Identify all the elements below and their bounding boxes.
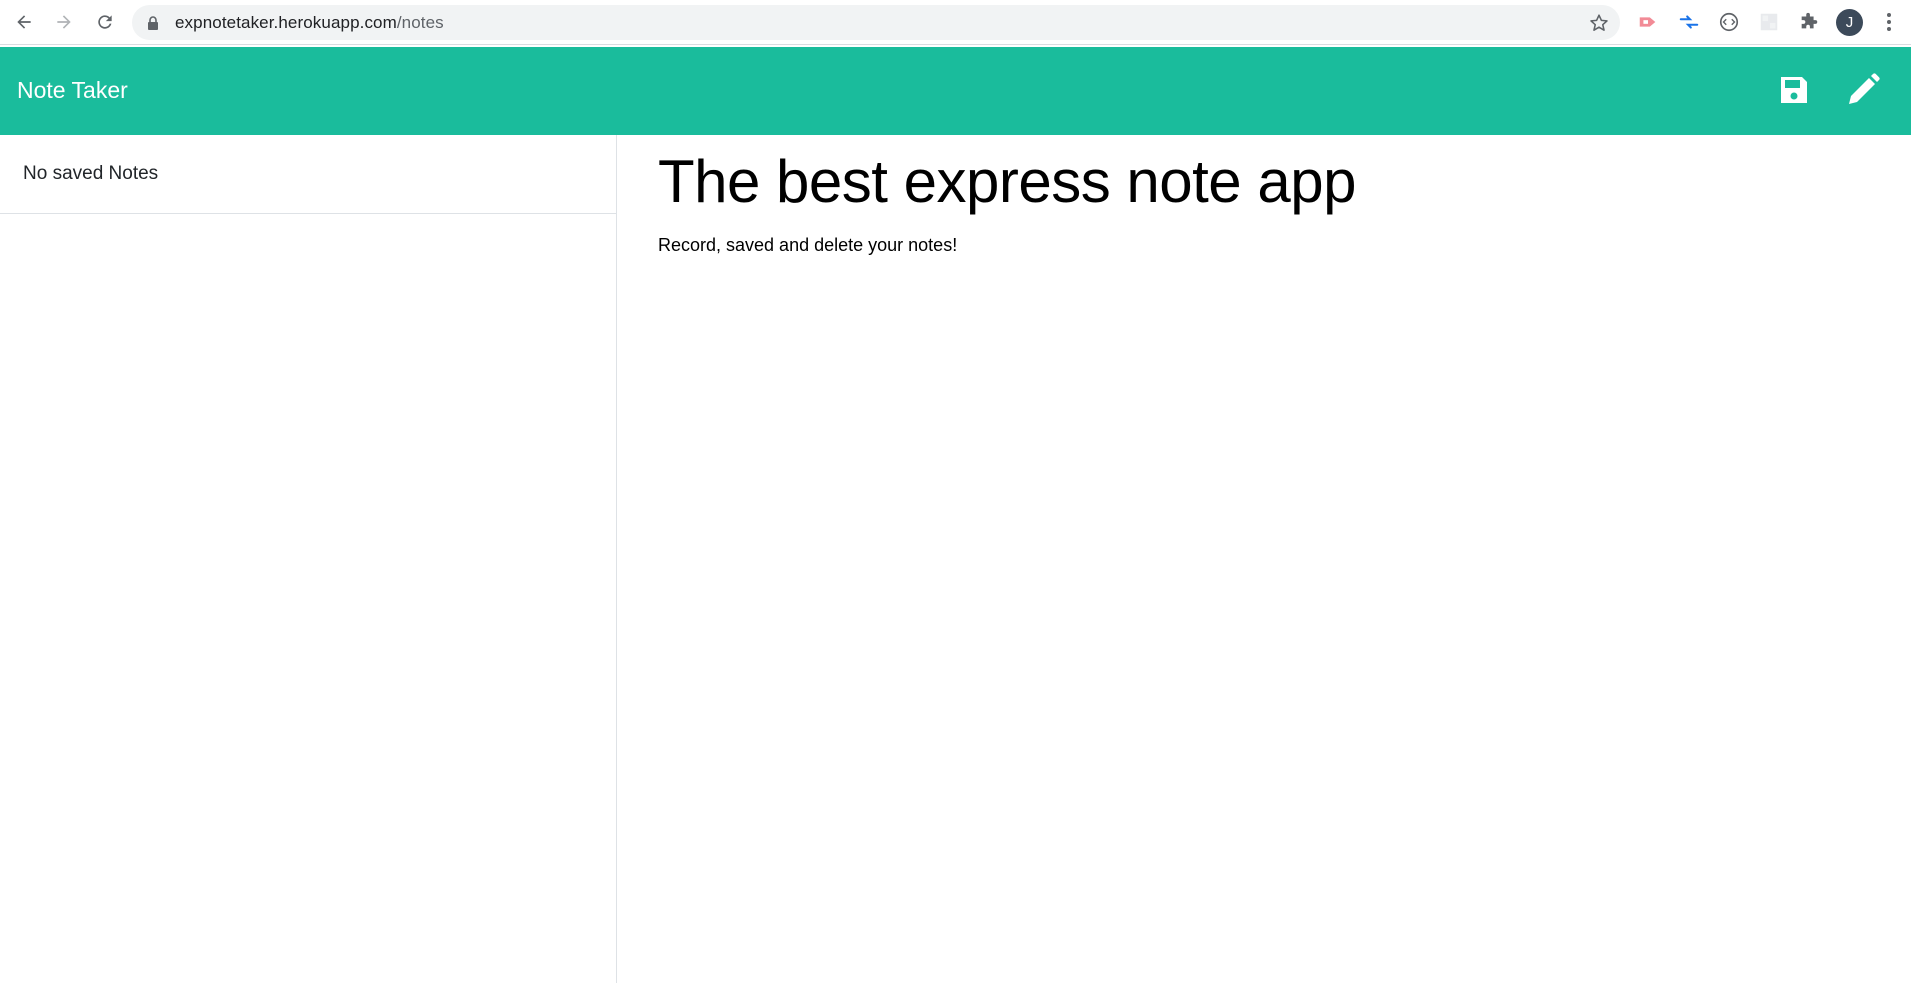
url-path: /notes bbox=[396, 13, 444, 32]
notes-sidebar: No saved Notes bbox=[0, 135, 617, 983]
arrow-right-icon bbox=[57, 15, 71, 29]
page-title: The best express note app bbox=[658, 148, 1356, 215]
code-circle-extension-icon bbox=[1719, 12, 1739, 32]
tag-extension-icon bbox=[1639, 17, 1656, 27]
reload-icon bbox=[98, 15, 112, 29]
extension-arrows-button[interactable] bbox=[1677, 10, 1701, 34]
more-vert-icon[interactable] bbox=[1882, 11, 1896, 33]
main-content: The best express note app Record, saved … bbox=[618, 135, 1911, 983]
empty-notes-message: No saved Notes bbox=[23, 163, 159, 184]
app-navbar: Note Taker bbox=[0, 47, 1911, 135]
lock-icon bbox=[148, 16, 158, 30]
list-item: No saved Notes bbox=[0, 135, 616, 214]
arrow-left-icon bbox=[17, 15, 31, 29]
reload-button[interactable] bbox=[91, 8, 119, 36]
extension-tag-button[interactable] bbox=[1636, 10, 1660, 34]
star-icon[interactable] bbox=[1588, 12, 1610, 34]
arrows-extension-icon bbox=[1679, 15, 1699, 29]
extension-grid-button[interactable] bbox=[1757, 10, 1781, 34]
browser-toolbar: expnotetaker.herokuapp.com/notes J bbox=[0, 0, 1911, 45]
save-icon[interactable] bbox=[1776, 72, 1812, 108]
back-button[interactable] bbox=[10, 8, 38, 36]
profile-avatar[interactable]: J bbox=[1836, 9, 1863, 36]
grid-extension-icon bbox=[1760, 13, 1778, 31]
brand-link[interactable]: Note Taker bbox=[17, 77, 128, 104]
pencil-icon[interactable] bbox=[1845, 72, 1881, 108]
puzzle-icon bbox=[1801, 12, 1818, 29]
url-host: expnotetaker.herokuapp.com bbox=[175, 13, 397, 32]
url-text: expnotetaker.herokuapp.com/notes bbox=[175, 13, 444, 33]
address-bar[interactable]: expnotetaker.herokuapp.com/notes bbox=[132, 5, 1620, 40]
extension-circle-button[interactable] bbox=[1717, 10, 1741, 34]
extensions-button[interactable] bbox=[1797, 10, 1821, 34]
page-subtitle: Record, saved and delete your notes! bbox=[658, 235, 958, 255]
forward-button[interactable] bbox=[50, 8, 78, 36]
